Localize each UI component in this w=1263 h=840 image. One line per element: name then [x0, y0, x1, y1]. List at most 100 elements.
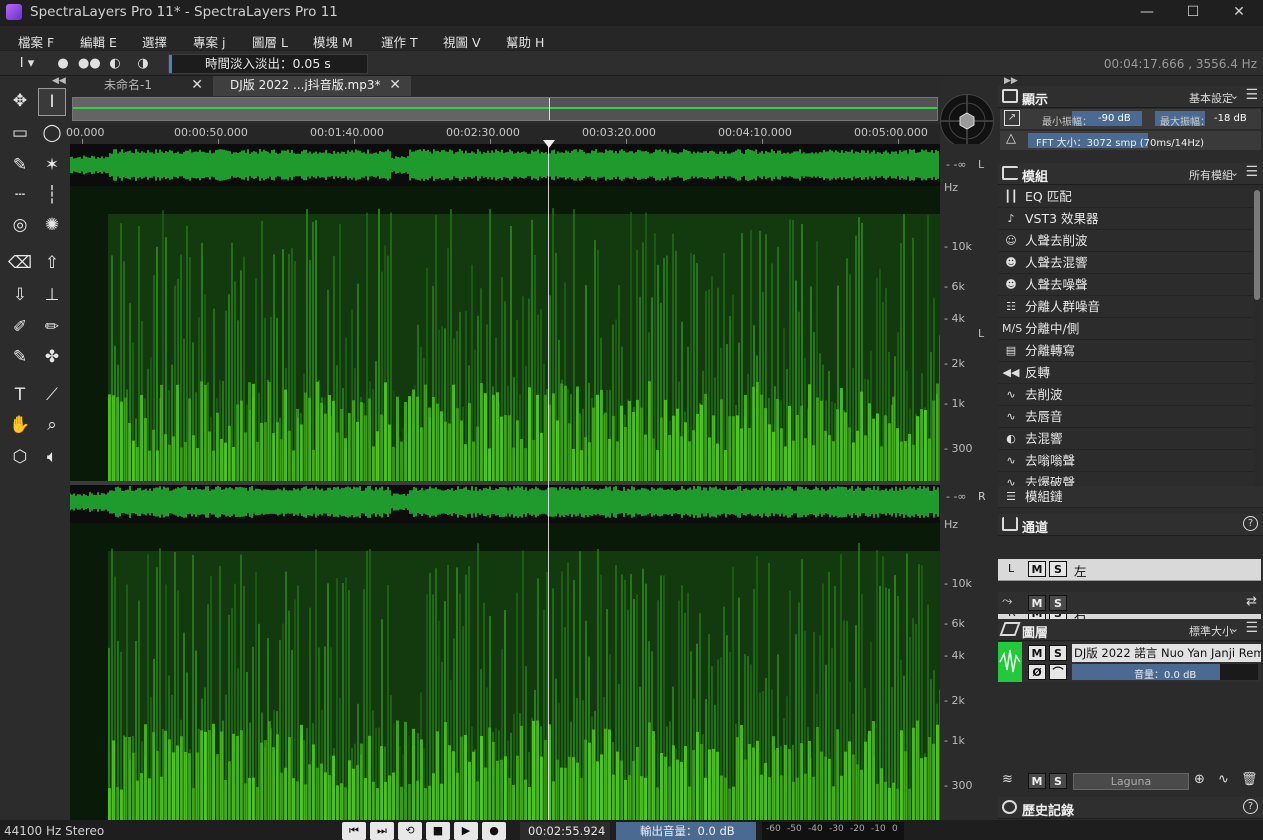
speaker-tool-icon[interactable]: 🔈︎ — [38, 444, 66, 472]
channel-row-left[interactable]: L M S 左 — [998, 559, 1261, 581]
spectrogram-left[interactable] — [70, 186, 940, 481]
layer-mute-button[interactable]: M — [1028, 645, 1046, 661]
module-item[interactable]: ┃┃ EQ 匹配 — [998, 186, 1253, 208]
track-left-channel[interactable] — [70, 144, 940, 481]
layer-row[interactable]: M S Ø ⌒ DJ版 2022 諾言 Nuo Yan Janji Rem 音量… — [998, 642, 1261, 682]
panel-menu-icon[interactable]: ☰ — [1245, 87, 1258, 103]
module-item[interactable]: ☻ 人聲去混響 — [998, 252, 1253, 274]
channels-panel-header[interactable]: 通道 ? — [998, 514, 1263, 536]
merge-layer-icon[interactable]: ∿ — [1218, 772, 1229, 787]
menu-select[interactable]: 選擇 — [142, 32, 167, 51]
amplify-tool-icon[interactable]: ⇧ — [38, 250, 66, 278]
time-ruler[interactable]: 00.000 00:00:50.000 00:01:40.000 00:02:30.0… — [66, 124, 940, 144]
frequency-select-tool-icon[interactable]: ┄ — [6, 182, 34, 210]
playhead-marker[interactable] — [543, 140, 555, 148]
menu-process[interactable]: 運作 T — [381, 32, 418, 51]
history-panel-header[interactable]: 歷史記錄 ? — [998, 797, 1263, 819]
text-tool-icon[interactable]: T — [6, 382, 34, 410]
module-item[interactable]: ∿ 去削波 — [998, 384, 1253, 406]
transient-select-tool-icon[interactable]: ✺ — [38, 212, 66, 240]
menu-project[interactable]: 專案 j — [193, 32, 225, 51]
minimize-button[interactable]: — — [1124, 0, 1170, 26]
tab-untitled[interactable]: 未命名-1 ✕ — [70, 76, 213, 96]
draw-tool-icon[interactable]: ✏ — [38, 314, 66, 342]
magic-wand-tool-icon[interactable]: ✶ — [38, 152, 66, 180]
min-amp-value[interactable]: -90 dB — [1098, 113, 1131, 124]
module-item[interactable]: ▤ 分離轉寫 — [998, 340, 1253, 362]
modules-scroll-thumb[interactable] — [1254, 190, 1260, 300]
time-fade-field[interactable]: 時間淡入淡出：0.05 s — [168, 54, 368, 74]
layer-volume-track[interactable]: 音量：0.0 dB — [1072, 664, 1258, 681]
record-button[interactable]: ● — [482, 822, 506, 840]
menu-module[interactable]: 模塊 M — [313, 32, 353, 51]
module-item[interactable]: ♪ VST3 效果器 — [998, 208, 1253, 230]
trash-icon[interactable]: 🗑︎ — [1241, 772, 1258, 787]
module-item[interactable]: ∿ 去嗡嗡聲 — [998, 450, 1253, 472]
menu-layer[interactable]: 圖層 L — [252, 32, 288, 51]
collapse-right-icon[interactable]: ▶▶ — [1004, 76, 1018, 86]
cursor-tool-dropdown[interactable]: I ▾ — [12, 55, 42, 73]
collapse-left-icon[interactable]: ◀◀ — [52, 76, 66, 86]
fft-size-row[interactable]: △ FFT 大小：3072 smp (70ms/14Hz) — [1000, 131, 1261, 150]
chevron-down-icon[interactable]: ⌄ — [1230, 622, 1239, 635]
max-amp-value[interactable]: -18 dB — [1214, 113, 1247, 124]
heal-tool-icon[interactable]: ✐ — [6, 314, 34, 342]
menu-view[interactable]: 視圖 V — [443, 32, 481, 51]
time-display[interactable]: 00:02:55.924 — [520, 822, 610, 840]
layers-size-dropdown[interactable]: 標準大小 — [1189, 623, 1233, 639]
layer-stack-icon[interactable]: ≋ — [1002, 772, 1013, 787]
help-icon[interactable]: ? — [1243, 799, 1258, 814]
layer-fade-button[interactable]: ⌒ — [1049, 664, 1067, 680]
channel-mute-button[interactable]: M — [1028, 561, 1046, 577]
module-item[interactable]: ∿ 去爆破聲 — [998, 472, 1253, 486]
modules-filter-dropdown[interactable]: 所有模組 — [1189, 167, 1233, 183]
overview-selection[interactable] — [73, 98, 549, 120]
spectrogram-right[interactable] — [70, 523, 940, 820]
selection-mode-add[interactable]: ●● — [78, 55, 101, 73]
footer-layer-solo[interactable]: S — [1049, 773, 1067, 789]
lasso-tool-icon[interactable]: ◯ — [38, 120, 66, 148]
selection-mode-new[interactable]: ● — [52, 55, 74, 73]
eyedropper-tool-icon[interactable]: ⟋ — [38, 382, 66, 410]
eraser-tool-icon[interactable]: ⌫ — [6, 250, 34, 278]
route-icon[interactable]: ⤳ — [1002, 594, 1012, 609]
modules-scrollbar[interactable] — [1254, 186, 1260, 486]
layer-solo-button[interactable]: S — [1049, 645, 1067, 661]
layer-name[interactable]: DJ版 2022 諾言 Nuo Yan Janji Rem — [1072, 644, 1261, 662]
time-select-tool-icon[interactable]: I — [38, 88, 66, 116]
stop-button[interactable]: ■ — [426, 822, 450, 840]
track-right-channel[interactable] — [70, 485, 940, 820]
selection-mode-subtract[interactable]: ◐ — [104, 55, 126, 73]
play-button[interactable]: ▶ — [454, 822, 478, 840]
loop-button[interactable]: ⟲ — [398, 822, 422, 840]
module-item[interactable]: ☷ 分離人群噪音 — [998, 296, 1253, 318]
tab-dj-mp3[interactable]: DJ版 2022 ...j抖音版.mp3* ✕ — [213, 76, 411, 96]
menu-file[interactable]: 檔案 F — [18, 32, 54, 51]
module-item[interactable]: ◐ 去混響 — [998, 428, 1253, 450]
spray-tool-icon[interactable]: ✤ — [38, 344, 66, 372]
tab-close-icon[interactable]: ✕ — [389, 76, 401, 95]
3d-view-tool-icon[interactable]: ⬡ — [6, 444, 34, 472]
skip-start-button[interactable]: ⏮︎ — [342, 822, 366, 840]
module-item[interactable]: ☺ 人聲去削波 — [998, 230, 1253, 252]
display-preset-dropdown[interactable]: 基本設定 — [1189, 90, 1233, 106]
panel-menu-icon[interactable]: ☰ — [1245, 164, 1258, 180]
menu-edit[interactable]: 編輯 E — [80, 32, 117, 51]
blend-mode-dropdown[interactable]: Laguna — [1073, 773, 1189, 790]
move-tool-icon[interactable]: ✥ — [6, 88, 34, 116]
brush-select-tool-icon[interactable]: ✎ — [6, 152, 34, 180]
rect-select-tool-icon[interactable]: ▭ — [6, 120, 34, 148]
overview-bar[interactable] — [72, 97, 938, 121]
modules-panel-header[interactable]: 模組 所有模組 ⌄ ☰ — [998, 163, 1263, 185]
display-panel-header[interactable]: 顯示 基本設定 ⌄ ☰ — [998, 86, 1263, 108]
panel-menu-icon[interactable]: ☰ — [1245, 620, 1258, 636]
channel-solo-button[interactable]: S — [1049, 561, 1067, 577]
maximize-button[interactable]: ☐ — [1170, 0, 1216, 26]
chevron-down-icon[interactable]: ⌄ — [1230, 89, 1239, 102]
extract-tool-icon[interactable]: ⇩ — [6, 282, 34, 310]
close-button[interactable]: ✕ — [1216, 0, 1262, 26]
skip-end-button[interactable]: ⏭︎ — [370, 822, 394, 840]
module-item[interactable]: ◀◀ 反轉 — [998, 362, 1253, 384]
output-volume[interactable]: 輸出音量：0.0 dB — [616, 822, 756, 840]
tab-close-icon[interactable]: ✕ — [191, 76, 203, 95]
